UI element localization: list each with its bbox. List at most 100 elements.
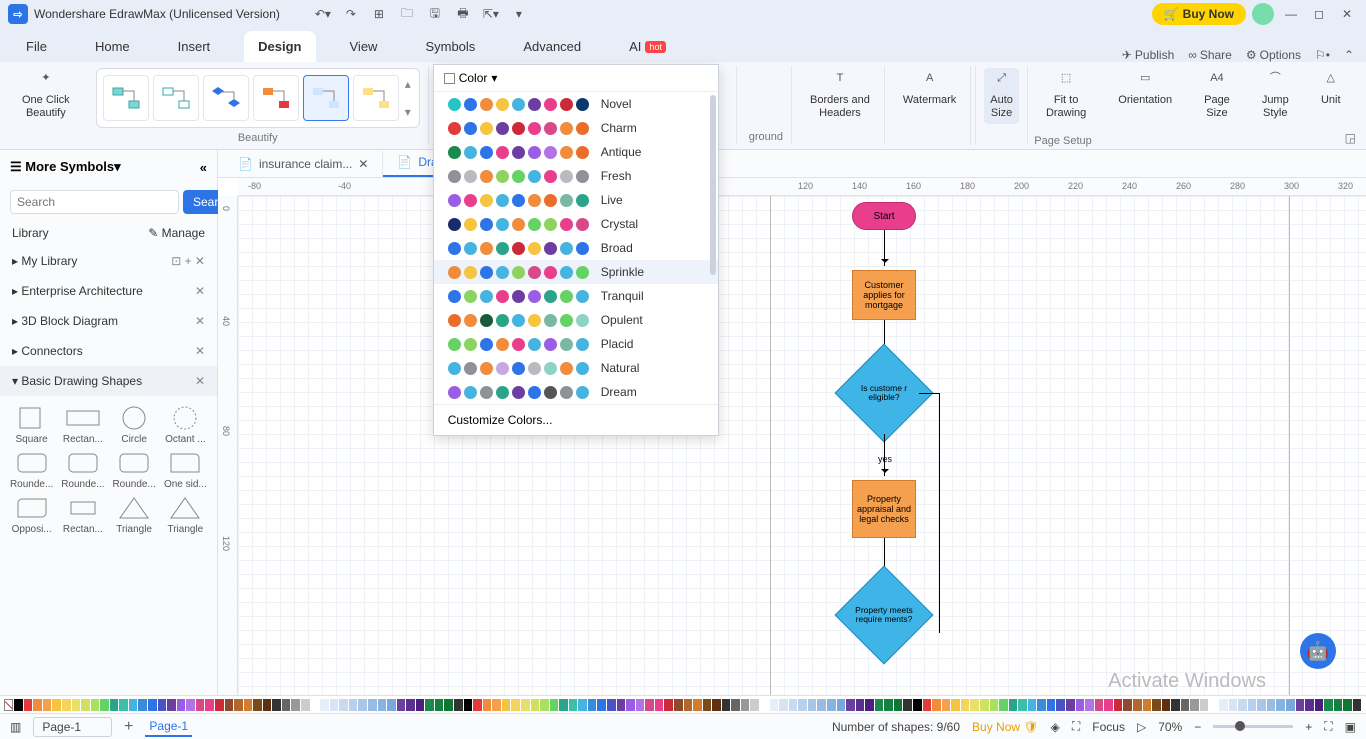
color-swatch[interactable]: [387, 699, 396, 711]
color-swatch[interactable]: [62, 699, 71, 711]
color-swatch[interactable]: [378, 699, 387, 711]
color-swatch[interactable]: [722, 699, 731, 711]
color-swatch[interactable]: [1104, 699, 1113, 711]
color-swatch[interactable]: [177, 699, 186, 711]
page-list-icon[interactable]: ▥: [10, 720, 21, 734]
no-fill-swatch[interactable]: [4, 699, 13, 711]
sidebar-more-symbols[interactable]: ☰ More Symbols▾ «: [0, 150, 217, 184]
chat-assistant-button[interactable]: 🤖: [1300, 633, 1336, 669]
shape-requirements[interactable]: Property meets require ments?: [849, 580, 919, 650]
unit-button[interactable]: △Unit: [1315, 68, 1347, 111]
drawing-canvas[interactable]: Start Customer applies for mortgage Is c…: [238, 196, 1366, 695]
print-button[interactable]: 🖶: [452, 3, 474, 25]
collapse-ribbon-button[interactable]: ⌃: [1344, 48, 1354, 62]
color-swatch[interactable]: [664, 699, 673, 711]
color-swatch[interactable]: [827, 699, 836, 711]
color-swatch[interactable]: [626, 699, 635, 711]
sidebar-collapse-icon[interactable]: «: [200, 160, 207, 175]
notifications-button[interactable]: ⚐•: [1315, 48, 1330, 62]
color-swatch-strip[interactable]: [0, 695, 1366, 713]
shape-palette-item[interactable]: Rounde...: [59, 449, 106, 490]
color-swatch[interactable]: [808, 699, 817, 711]
lib-basic-shapes[interactable]: ▾ Basic Drawing Shapes✕: [0, 366, 217, 396]
minimize-button[interactable]: —: [1280, 3, 1302, 25]
color-swatch[interactable]: [798, 699, 807, 711]
watermark-button[interactable]: AWatermark: [897, 68, 962, 111]
menu-symbols[interactable]: Symbols: [411, 31, 489, 62]
color-swatch[interactable]: [970, 699, 979, 711]
color-swatch[interactable]: [789, 699, 798, 711]
borders-headers-button[interactable]: TBorders and Headers: [804, 68, 876, 124]
color-theme-novel[interactable]: Novel: [434, 92, 718, 116]
color-swatch[interactable]: [100, 699, 109, 711]
color-swatch[interactable]: [569, 699, 578, 711]
more-button[interactable]: ▾: [508, 3, 530, 25]
theme-style-1[interactable]: [103, 75, 149, 121]
color-swatch[interactable]: [291, 699, 300, 711]
color-swatch[interactable]: [923, 699, 932, 711]
color-theme-crystal[interactable]: Crystal: [434, 212, 718, 236]
color-swatch[interactable]: [1114, 699, 1123, 711]
fullscreen-icon[interactable]: ⛶: [1072, 719, 1080, 734]
color-swatch[interactable]: [205, 699, 214, 711]
shape-palette-item[interactable]: Rectan...: [59, 404, 106, 445]
gallery-up-button[interactable]: ▴: [405, 77, 411, 91]
color-swatch[interactable]: [884, 699, 893, 711]
color-theme-dream[interactable]: Dream: [434, 380, 718, 404]
color-swatch[interactable]: [502, 699, 511, 711]
fit-to-drawing-button[interactable]: ⬚Fit to Drawing: [1040, 68, 1092, 124]
color-swatch[interactable]: [1066, 699, 1075, 711]
color-swatch[interactable]: [1152, 699, 1161, 711]
page-selector[interactable]: Page-1: [33, 717, 112, 737]
shape-palette-item[interactable]: One sid...: [162, 449, 209, 490]
pagesetup-dialog-launcher[interactable]: ◲: [1345, 131, 1356, 145]
color-swatch[interactable]: [91, 699, 100, 711]
color-swatch[interactable]: [913, 699, 922, 711]
shape-palette-item[interactable]: Rounde...: [8, 449, 55, 490]
color-swatch[interactable]: [980, 699, 989, 711]
maximize-button[interactable]: ◻: [1308, 3, 1330, 25]
color-theme-tranquil[interactable]: Tranquil: [434, 284, 718, 308]
shape-palette-item[interactable]: Circle: [111, 404, 158, 445]
page-tab[interactable]: Page-1: [145, 717, 192, 737]
color-swatch[interactable]: [272, 699, 281, 711]
color-swatch[interactable]: [712, 699, 721, 711]
color-swatch[interactable]: [903, 699, 912, 711]
color-theme-antique[interactable]: Antique: [434, 140, 718, 164]
layers-icon[interactable]: ◈: [1051, 720, 1060, 734]
zoom-out-button[interactable]: −: [1194, 720, 1201, 734]
color-swatch[interactable]: [24, 699, 33, 711]
menu-view[interactable]: View: [336, 31, 392, 62]
shape-palette-item[interactable]: Octant ...: [162, 404, 209, 445]
color-swatch[interactable]: [607, 699, 616, 711]
color-swatch[interactable]: [1162, 699, 1171, 711]
color-swatch[interactable]: [244, 699, 253, 711]
color-swatch[interactable]: [397, 699, 406, 711]
color-theme-placid[interactable]: Placid: [434, 332, 718, 356]
color-theme-opulent[interactable]: Opulent: [434, 308, 718, 332]
color-swatch[interactable]: [951, 699, 960, 711]
color-swatch[interactable]: [406, 699, 415, 711]
color-swatch[interactable]: [158, 699, 167, 711]
color-swatch[interactable]: [990, 699, 999, 711]
color-swatch[interactable]: [1343, 699, 1352, 711]
color-swatch[interactable]: [435, 699, 444, 711]
color-swatch[interactable]: [320, 699, 329, 711]
color-swatch[interactable]: [531, 699, 540, 711]
shape-palette-item[interactable]: Square: [8, 404, 55, 445]
theme-style-2[interactable]: [153, 75, 199, 121]
color-swatch[interactable]: [588, 699, 597, 711]
color-swatch[interactable]: [1076, 699, 1085, 711]
export-button[interactable]: ⇱▾: [480, 3, 502, 25]
color-swatch[interactable]: [167, 699, 176, 711]
color-swatch[interactable]: [961, 699, 970, 711]
color-swatch[interactable]: [817, 699, 826, 711]
search-input[interactable]: [10, 190, 179, 214]
menu-advanced[interactable]: Advanced: [509, 31, 595, 62]
color-swatch[interactable]: [81, 699, 90, 711]
color-swatch[interactable]: [550, 699, 559, 711]
color-swatch[interactable]: [1085, 699, 1094, 711]
manage-link[interactable]: Manage: [162, 226, 205, 240]
color-swatch[interactable]: [750, 699, 759, 711]
color-swatch[interactable]: [770, 699, 779, 711]
